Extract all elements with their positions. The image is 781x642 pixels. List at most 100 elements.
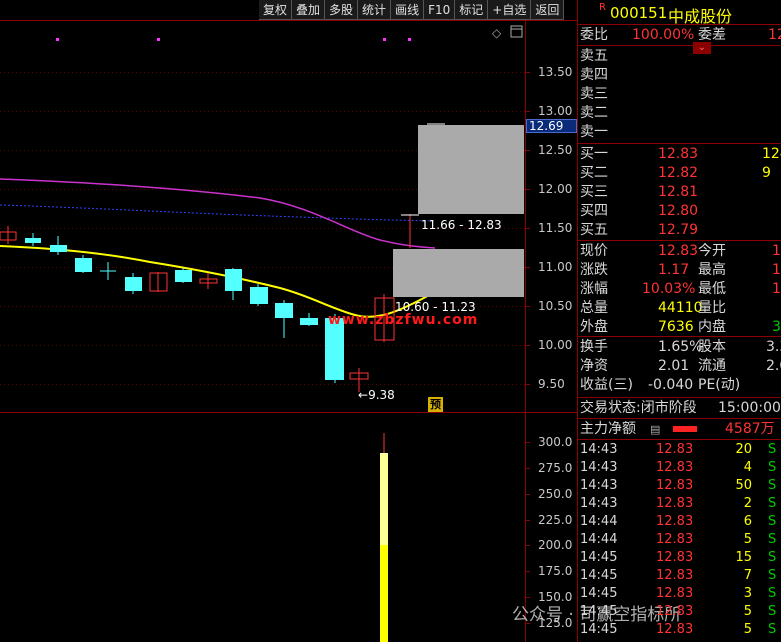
stat-label-2: 今开	[698, 243, 726, 259]
price-axis-label: 11.50	[538, 221, 573, 235]
yu-badge[interactable]: 预	[428, 397, 443, 412]
stat-label: 净资	[580, 358, 608, 374]
stock-code: 000151	[610, 4, 668, 22]
candle	[275, 300, 293, 338]
ask-label: 卖二	[580, 105, 608, 121]
stat-label-2: 股本	[698, 339, 726, 355]
tick-side: S	[768, 604, 777, 619]
bid-label: 买二	[580, 165, 608, 181]
tick-price: 12.83	[656, 478, 694, 493]
stat-label: 外盘	[580, 319, 608, 335]
candle	[125, 273, 142, 294]
tick-side: S	[768, 550, 777, 565]
stock-header: R 000151 中成股份	[578, 0, 781, 26]
tick-row: 14:45 12.83 3 S	[580, 585, 780, 603]
stat-label: 换手	[580, 339, 608, 355]
trade-status: 交易状态:闭市阶段	[580, 400, 697, 416]
tick-side: S	[768, 568, 777, 583]
ask-label: 卖四	[580, 67, 608, 83]
price-axis-label: 9.50	[538, 377, 565, 391]
tick-time: 14:45	[580, 568, 618, 583]
tick-price: 12.83	[656, 550, 694, 565]
stat-label: 涨跌	[580, 262, 608, 278]
range-box-high	[418, 125, 524, 214]
stat-value-2: 1	[772, 281, 781, 297]
stat-value-2: 3.3	[766, 339, 781, 355]
kline-chart[interactable]: ◇	[0, 0, 577, 642]
tick-price: 12.83	[656, 568, 694, 583]
volume-bars	[380, 433, 388, 642]
price-axis-label: 12.00	[538, 182, 573, 196]
tick-row: 14:45 12.83 5 S	[580, 621, 780, 639]
stat-value: 2.01	[658, 358, 690, 374]
stat-label-2: 量比	[698, 300, 726, 316]
tick-row: 14:45 12.83 15 S	[580, 549, 780, 567]
stat-row: 涨幅 10.03% 最低 1	[580, 280, 781, 298]
tick-side: S	[768, 622, 777, 637]
tick-volume: 5	[743, 532, 752, 547]
stat-row: 换手 1.65%股本 3.3	[580, 338, 781, 356]
bid-price: 12.80	[658, 203, 699, 219]
range-box-low	[393, 249, 524, 297]
tick-side: S	[768, 496, 777, 511]
list-icon[interactable]: ▤	[650, 421, 660, 439]
candle	[149, 272, 168, 292]
marker-dot	[56, 38, 59, 41]
bid-label: 买四	[580, 203, 608, 219]
tick-volume: 15	[735, 550, 752, 565]
range-high-label: 11.66 - 12.83	[421, 218, 502, 232]
bid-row: 买四 12.80	[580, 202, 698, 220]
tick-price: 12.83	[656, 622, 694, 637]
tick-time: 14:44	[580, 532, 618, 547]
candle	[250, 284, 268, 306]
ask-row: 卖二	[580, 104, 608, 122]
chevron-down-icon[interactable]: ⌄	[693, 42, 711, 54]
tick-price: 12.83	[656, 442, 694, 457]
bid-label: 买一	[580, 146, 608, 162]
tick-side: S	[768, 514, 777, 529]
ask-label: 卖五	[580, 48, 608, 64]
tick-side: S	[768, 532, 777, 547]
stat-row: 总量 44110 量比	[580, 299, 726, 317]
price-axis-label: 12.50	[538, 143, 573, 157]
bid-row: 买三 12.81	[580, 183, 698, 201]
stat-value-2: 1	[772, 243, 781, 259]
stat-row: 现价 12.83 今开 1	[580, 242, 781, 260]
tick-time: 14:45	[580, 550, 618, 565]
tick-volume: 2	[743, 496, 752, 511]
tick-price: 12.83	[656, 604, 694, 619]
tick-row: 14:43 12.83 50 S	[580, 477, 780, 495]
volume-axis-label: 250.0	[538, 487, 573, 501]
stat-label-2: 最高	[698, 262, 726, 278]
stat-row: 净资 2.01 流通 2.0	[580, 357, 781, 375]
ask-row: 卖三	[580, 85, 608, 103]
tick-price: 12.83	[656, 514, 694, 529]
stat-label-2: 流通	[698, 358, 726, 374]
weibi-row: 委比 100.00% 委差 12	[580, 26, 781, 44]
weicha-value: 12	[768, 27, 781, 43]
main-net-label: 主力净额	[580, 421, 636, 437]
tick-volume: 7	[743, 568, 752, 583]
stat-value: 1.17	[658, 262, 690, 278]
candle	[75, 255, 92, 273]
stat-label: 涨幅	[580, 281, 608, 297]
volume-axis-label: 300.0	[538, 435, 573, 449]
tick-time: 14:45	[580, 604, 618, 619]
tick-row: 14:45 12.83 7 S	[580, 567, 780, 585]
volume-axis-label: 275.0	[538, 461, 573, 475]
stat-value-2: 1	[772, 262, 781, 278]
stat-row: 收益(三) -0.040 PE(动)	[580, 376, 740, 394]
price-axis-label: 10.50	[538, 299, 573, 313]
tick-time: 14:45	[580, 622, 618, 637]
bid-label: 买三	[580, 184, 608, 200]
stat-label: 现价	[580, 243, 608, 259]
tick-price: 12.83	[656, 496, 694, 511]
bid-price: 12.81	[658, 184, 699, 200]
candle	[401, 214, 419, 248]
stat-row: 涨跌 1.17 最高 1	[580, 261, 781, 279]
current-price-tag: 12.69	[526, 119, 577, 133]
trade-status-row: 交易状态:闭市阶段 15:00:00	[580, 399, 781, 417]
candle	[25, 233, 41, 246]
ask-row: 卖五	[580, 47, 608, 65]
tick-price: 12.83	[656, 586, 694, 601]
